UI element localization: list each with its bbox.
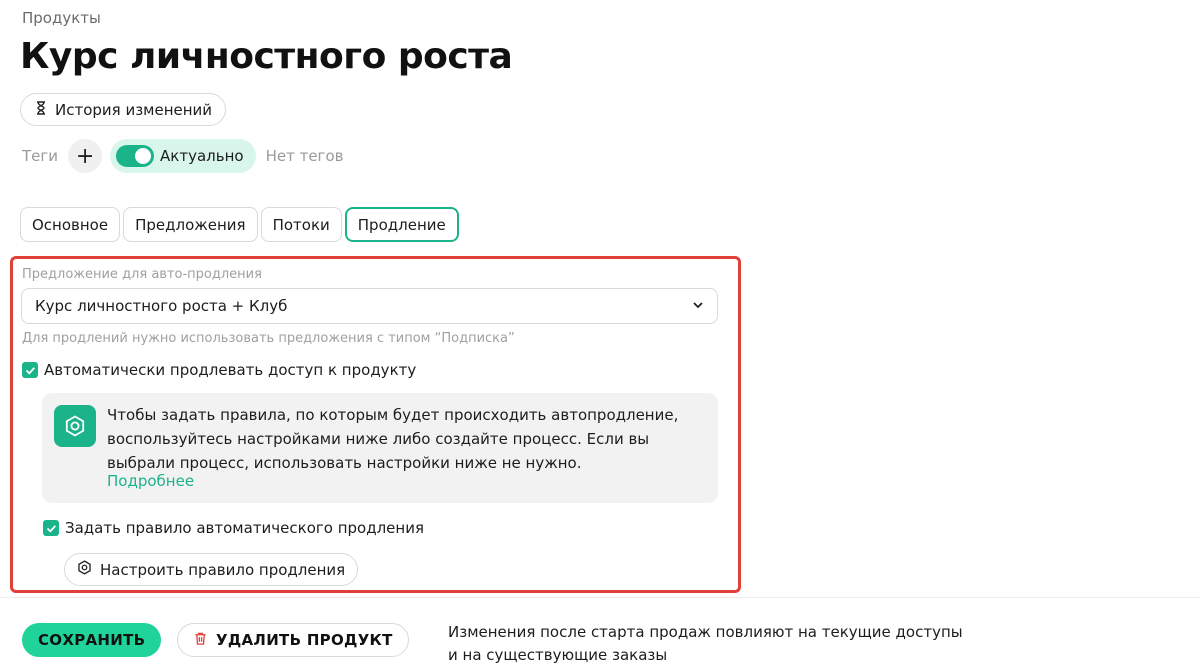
tab-offers[interactable]: Предложения [123, 207, 258, 242]
no-tags-text: Нет тегов [265, 147, 344, 165]
footer-note-line1: Изменения после старта продаж повлияют н… [448, 623, 963, 641]
rule-checkbox[interactable] [43, 520, 59, 536]
hexagon-settings-icon [54, 405, 96, 447]
configure-rule-button[interactable]: Настроить правило продления [64, 553, 359, 586]
configure-rule-label: Настроить правило продления [100, 560, 346, 579]
more-info-link[interactable]: Подробнее [107, 472, 194, 490]
rule-checkbox-label: Задать правило автоматического продления [65, 519, 424, 537]
info-card: Чтобы задать правила, по которым будет п… [42, 393, 718, 503]
tabs: Основное Предложения Потоки Продление [20, 207, 459, 242]
footer-bar: СОХРАНИТЬ УДАЛИТЬ ПРОДУКТ Изменения посл… [0, 597, 1200, 670]
tab-renewal[interactable]: Продление [344, 207, 459, 242]
tab-main[interactable]: Основное [20, 207, 121, 242]
auto-renew-label: Автоматически продлевать доступ к продук… [44, 361, 417, 379]
delete-product-button[interactable]: УДАЛИТЬ ПРОДУКТ [177, 623, 409, 657]
renewal-offer-label: Предложение для авто-продления [22, 267, 262, 282]
tags-label: Теги [22, 147, 59, 165]
trash-icon [193, 631, 208, 650]
check-icon [25, 366, 35, 375]
check-icon [46, 524, 56, 533]
history-button-label: История изменений [55, 100, 213, 119]
history-button[interactable]: История изменений [20, 93, 227, 126]
chevron-down-icon [692, 297, 704, 315]
tab-streams[interactable]: Потоки [260, 207, 342, 242]
page-title: Курс личностного роста [20, 36, 513, 77]
info-text: Чтобы задать правила, по которым будет п… [107, 406, 679, 472]
rule-checkbox-row[interactable]: Задать правило автоматического продления [43, 519, 424, 537]
auto-renew-checkbox[interactable] [22, 362, 38, 378]
status-toggle-pill[interactable]: Актуально [110, 139, 256, 173]
footer-note-line2: и на существующие заказы [448, 646, 668, 664]
plus-icon: + [75, 143, 95, 169]
renewal-offer-hint: Для продлений нужно использовать предлож… [22, 331, 515, 346]
save-button[interactable]: СОХРАНИТЬ [22, 623, 162, 657]
breadcrumb[interactable]: Продукты [22, 9, 101, 27]
footer-note: Изменения после старта продаж повлияют н… [448, 621, 963, 667]
add-tag-button[interactable]: + [68, 139, 103, 173]
status-label: Актуально [160, 147, 244, 165]
delete-product-label: УДАЛИТЬ ПРОДУКТ [216, 631, 393, 649]
hourglass-icon [34, 100, 48, 119]
auto-renew-checkbox-row[interactable]: Автоматически продлевать доступ к продук… [22, 361, 416, 379]
tags-row: Теги + Актуально Нет тегов [22, 139, 343, 173]
hexagon-settings-icon [77, 560, 92, 579]
renewal-offer-select[interactable]: Курс личностного роста + Клуб [21, 288, 718, 324]
status-toggle[interactable] [116, 145, 155, 167]
renewal-offer-value: Курс личностного роста + Клуб [35, 297, 288, 315]
